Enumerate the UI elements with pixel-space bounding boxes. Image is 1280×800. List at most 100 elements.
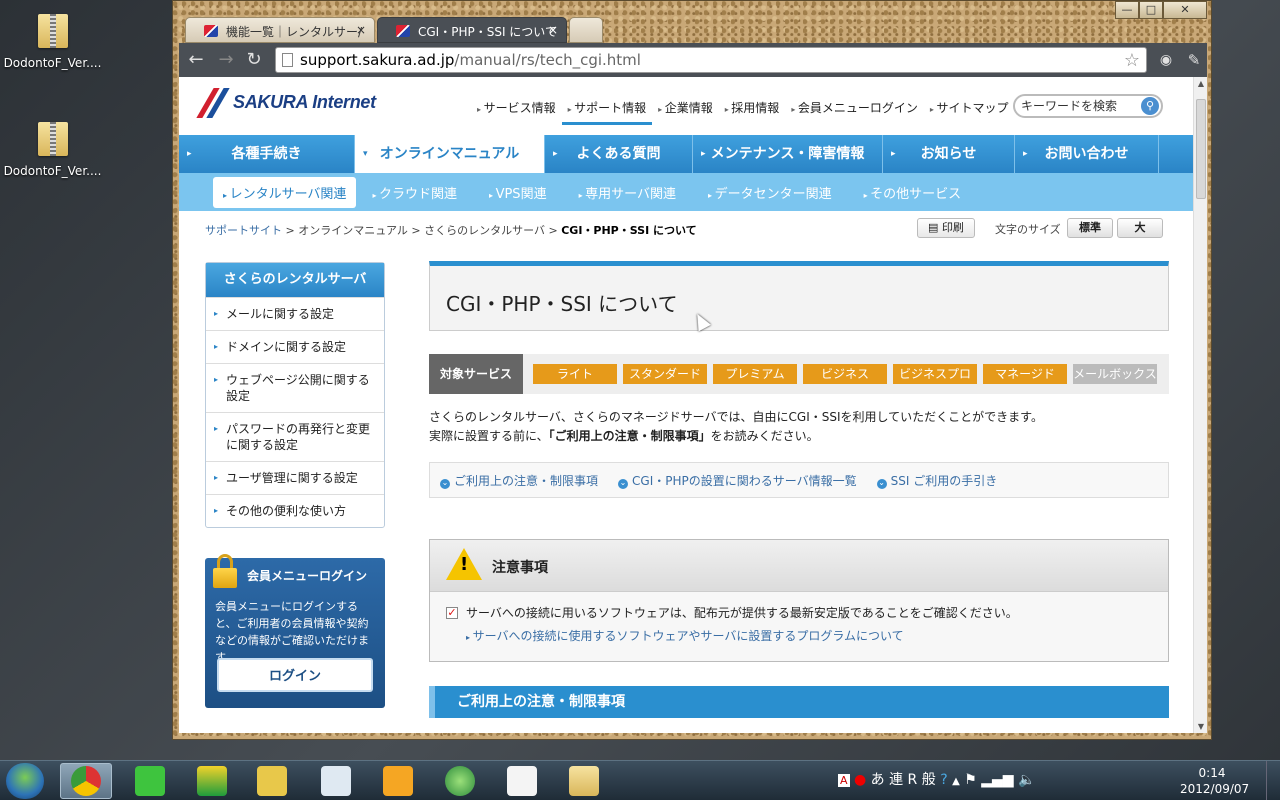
taskbar-ftp[interactable] [186,763,238,799]
reload-icon[interactable]: ↻ [243,49,265,71]
bookmark-star-icon[interactable]: ☆ [1124,49,1140,73]
notice-link[interactable]: サーバへの接続に使用するソフトウェアやサーバに設置するプログラムについて [466,627,904,644]
flag-icon[interactable]: ⚑ [964,772,977,788]
network-icon[interactable]: ▂▄▆ [981,772,1013,788]
desktop-icon-folder-2[interactable]: DodontoF_Ver.... [0,116,105,178]
ime-mode-text[interactable]: あ 連 R 般 [871,772,936,788]
sidebar-item-other-tips[interactable]: その他の便利な使い方 [206,494,384,527]
intro-line-2-post: をお読みください。 [710,429,819,443]
intro-text: さくらのレンタルサーバ、さくらのマネージドサーバでは、自由にCGI・SSIを利用… [429,408,1043,446]
global-nav-member-login[interactable]: 会員メニューログイン [785,99,924,125]
scroll-up-icon[interactable]: ▲ [1194,79,1208,88]
record-icon[interactable]: ● [854,772,866,788]
forward-arrow-icon[interactable]: → [215,49,237,71]
clock[interactable]: 0:14 2012/09/07 [1180,765,1249,797]
sidebar-item-password[interactable]: パスワードの再発行と変更に関する設定 [206,412,384,461]
main-nav-procedures[interactable]: 各種手続き [179,135,355,173]
taskbar-globe[interactable] [434,763,486,799]
breadcrumb-manual[interactable]: オンラインマニュアル [298,224,408,237]
close-window-button[interactable]: ✕ [1163,1,1207,19]
desktop-icon-folder-1[interactable]: DodontoF_Ver.... [0,8,105,70]
checkmark-icon: ✓ [446,606,458,619]
sidebar-title[interactable]: さくらのレンタルサーバ [206,263,384,297]
login-button[interactable]: ログイン [217,658,373,692]
breadcrumb-support[interactable]: サポートサイト [205,224,282,237]
taskbar-line[interactable] [124,763,176,799]
tab-cgi-php-ssi[interactable]: CGI・PHP・SSI について × [377,17,567,43]
tray-arrow-icon[interactable]: ▲ [952,776,960,787]
service-badge-standard[interactable]: スタンダード [623,364,707,384]
main-nav-online-manual[interactable]: オンラインマニュアル [355,135,545,173]
exclamation-icon [383,766,413,796]
sub-nav-vps[interactable]: VPS関連 [473,183,563,202]
service-badge-business-pro[interactable]: ビジネスプロ [893,364,977,384]
tab-close-icon[interactable]: × [356,23,366,37]
search-input[interactable]: キーワードを検索 ⚲ [1013,94,1163,118]
main-nav-contact[interactable]: お問い合わせ [1015,135,1159,173]
global-nav-sitemap[interactable]: サイトマップ [924,99,1015,125]
tab-title: 機能一覧｜レンタルサー/ [226,25,363,39]
minimize-button[interactable]: — [1115,1,1139,19]
global-nav-company[interactable]: 企業情報 [652,99,719,125]
show-desktop-button[interactable] [1266,761,1280,800]
global-nav-service[interactable]: サービス情報 [471,99,562,125]
start-button[interactable] [6,763,44,799]
main-nav-faq[interactable]: よくある質問 [545,135,693,173]
back-arrow-icon[interactable]: ← [185,49,207,71]
main-nav-maintenance[interactable]: メンテナンス・障害情報 [693,135,883,173]
taskbar-tips[interactable] [372,763,424,799]
tab-close-icon[interactable]: × [548,23,558,37]
sub-nav-rental-server[interactable]: レンタルサーバ関連 [213,176,357,208]
main-nav-news[interactable]: お知らせ [883,135,1015,173]
taskbar-feather[interactable] [310,763,362,799]
ime-icon[interactable]: A [838,774,850,787]
notice-line: サーバへの接続に用いるソフトウェアは、配布元が提供する最新安定版であることをご確… [466,606,1018,620]
sidebar-item-mail[interactable]: メールに関する設定 [206,297,384,330]
sakura-logo[interactable]: SAKURA Internet [203,85,376,119]
padlock-icon [213,554,237,588]
service-badge-premium[interactable]: プレミアム [713,364,797,384]
sidebar-item-user-management[interactable]: ユーザ管理に関する設定 [206,461,384,494]
font-size-label: 文字のサイズ [995,223,1061,236]
wrench-icon[interactable]: ✎ [1183,49,1205,71]
print-label: 印刷 [941,221,964,234]
sub-nav-cloud[interactable]: クラウド関連 [356,183,473,202]
anchor-link-ssi-guide[interactable]: SSI ご利用の手引き [877,472,998,489]
volume-icon[interactable]: 🔈 [1018,772,1035,788]
help-icon[interactable]: ? [940,772,947,788]
scrollbar-thumb[interactable] [1196,99,1206,199]
anchor-link-server-info[interactable]: CGI・PHPの設置に関わるサーバ情報一覧 [618,472,857,489]
intro-line-2-pre: 実際に設置する前に、 [429,429,549,443]
global-nav-recruit[interactable]: 採用情報 [719,99,786,125]
address-bar[interactable]: support.sakura.ad.jp/manual/rs/tech_cgi.… [275,47,1147,73]
browser-toolbar: ← → ↻ support.sakura.ad.jp/manual/rs/tec… [179,43,1207,77]
font-size-standard-button[interactable]: 標準 [1067,218,1113,238]
anchor-link-notes[interactable]: ご利用上の注意・制限事項 [440,472,598,489]
maximize-button[interactable]: □ [1139,1,1163,19]
taskbar-chrome[interactable] [60,763,112,799]
service-badge-business[interactable]: ビジネス [803,364,887,384]
extension-icon[interactable]: ◉ [1155,49,1177,71]
sub-nav-dedicated[interactable]: 専用サーバ関連 [563,183,692,202]
sidebar-item-domain[interactable]: ドメインに関する設定 [206,330,384,363]
breadcrumb-rental-server[interactable]: さくらのレンタルサーバ [424,224,545,237]
search-icon[interactable]: ⚲ [1141,97,1159,115]
print-button[interactable]: ▤ 印刷 [917,218,975,238]
sub-nav-datacenter[interactable]: データセンター関連 [692,183,848,202]
page-scrollbar[interactable]: ▲ ▼ [1193,77,1207,733]
target-services-bar: 対象サービス ライト スタンダード プレミアム ビジネス ビジネスプロ マネージ… [429,354,1169,394]
service-badge-lite[interactable]: ライト [533,364,617,384]
tab-kinou-ichiran[interactable]: 機能一覧｜レンタルサー/ × [185,17,375,43]
taskbar-explorer[interactable] [558,763,610,799]
global-nav-support[interactable]: サポート情報 [561,99,653,125]
sidebar-item-web-publish[interactable]: ウェブページ公開に関する設定 [206,363,384,412]
zip-folder-icon [36,116,70,158]
page-title-box: CGI・PHP・SSI について [429,261,1169,331]
scroll-down-icon[interactable]: ▼ [1194,722,1208,731]
sub-nav-other[interactable]: その他サービス [848,183,978,202]
taskbar-notepad[interactable] [496,763,548,799]
new-tab-button[interactable] [569,17,603,43]
service-badge-managed[interactable]: マネージド [983,364,1067,384]
font-size-large-button[interactable]: 大 [1117,218,1163,238]
taskbar-text-editor[interactable] [246,763,298,799]
